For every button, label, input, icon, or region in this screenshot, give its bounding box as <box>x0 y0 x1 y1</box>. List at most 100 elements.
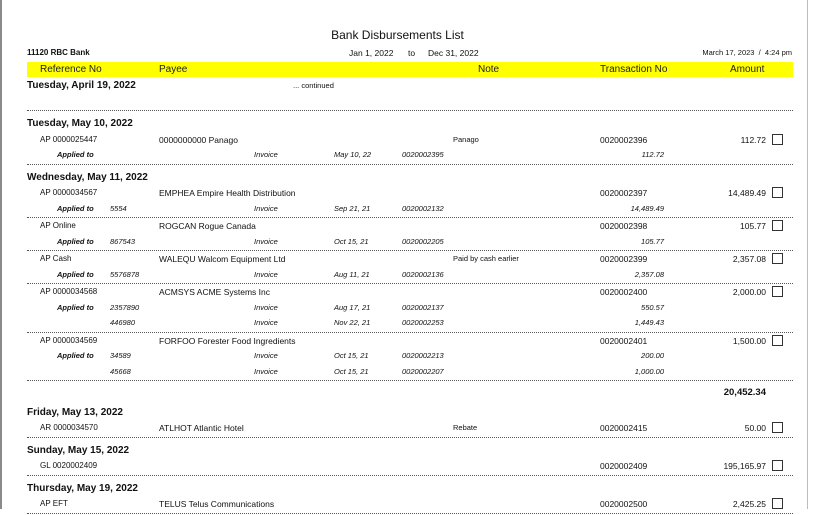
continued-day-row: Tuesday, April 19, 2022 ... continued <box>0 79 819 95</box>
day-header: Friday, May 13, 2022 <box>27 406 123 418</box>
continued-label: ... continued <box>293 81 334 90</box>
dotted-separator <box>27 380 793 382</box>
applied-row: Applied to 2357890 Invoice Aug 17, 21 002000… <box>0 301 819 317</box>
printed-timestamp: March 17, 2023 / 4:24 pm <box>702 48 792 57</box>
applied-ref: 867543 <box>110 236 136 246</box>
amount: 14,489.49 <box>728 188 766 198</box>
disbursement-row: AP Online ROGCAN Rogue Canada 0020002398 10… <box>0 219 819 235</box>
note: Rebate <box>453 423 478 432</box>
disbursement-row: AP EFT TELUS Telus Communications 00200025… <box>0 497 819 513</box>
payee: ROGCAN Rogue Canada <box>159 221 256 231</box>
transaction-no: 0020002400 <box>600 287 648 297</box>
dotted-separator <box>27 436 793 439</box>
applied-row: Applied to 5576878 Invoice Aug 11, 21 002000… <box>0 268 819 284</box>
reference-no: AP 0000034569 <box>40 335 98 345</box>
dotted-separator <box>27 163 793 166</box>
reconcile-checkbox[interactable] <box>772 133 783 145</box>
reconcile-checkbox[interactable] <box>772 422 783 433</box>
reference-no: AP 0000034567 <box>40 188 98 197</box>
applied-type: Invoice <box>254 236 278 246</box>
applied-ref: 45668 <box>110 366 131 376</box>
dotted-separator <box>27 474 793 477</box>
applied-to-label: Applied to <box>57 302 94 312</box>
reconcile-checkbox[interactable] <box>772 187 783 198</box>
reconcile-checkbox[interactable] <box>772 253 783 264</box>
applied-transaction: 0020002205 <box>402 236 444 246</box>
reconcile-checkbox[interactable] <box>772 460 783 471</box>
payee: FORFOO Forester Food Ingredients <box>159 335 296 346</box>
day-header: Tuesday, April 19, 2022 <box>27 80 136 91</box>
reference-no: AR 0000034570 <box>40 423 98 432</box>
reference-no: AP 0000034568 <box>40 287 98 296</box>
col-payee: Payee <box>159 64 188 75</box>
reconcile-checkbox[interactable] <box>772 220 783 231</box>
day-header-row: Sunday, May 15, 2022 <box>0 444 819 460</box>
applied-type: Invoice <box>254 351 278 360</box>
day-header: Sunday, May 15, 2022 <box>27 444 130 456</box>
applied-type: Invoice <box>254 150 278 159</box>
applied-date: Sep 21, 21 <box>334 203 371 213</box>
payee: ACMSYS ACME Systems Inc <box>159 287 270 297</box>
reconcile-checkbox[interactable] <box>772 286 783 297</box>
col-amount: Amount <box>730 64 765 75</box>
amount: 2,425.25 <box>732 499 766 509</box>
applied-transaction: 0020002207 <box>402 366 444 376</box>
payee: TELUS Telus Communications <box>159 499 275 509</box>
amount: 1,500.00 <box>732 335 766 346</box>
applied-date: Aug 11, 21 <box>334 269 370 279</box>
applied-transaction: 0020002137 <box>402 302 444 312</box>
blank-row <box>0 95 819 111</box>
applied-type: Invoice <box>254 366 278 376</box>
applied-row: Applied to 34589 Invoice Oct 15, 21 00200022… <box>0 349 819 365</box>
amount: 50.00 <box>744 423 766 433</box>
applied-row: 45668 Invoice Oct 15, 21 0020002207 1,000.00 <box>0 365 819 381</box>
bank-account: 11120 RBC Bank <box>27 48 90 57</box>
applied-amount: 1,000.00 <box>634 366 664 376</box>
to-label: to <box>408 48 416 58</box>
applied-to-label: Applied to <box>57 150 94 159</box>
applied-type: Invoice <box>254 318 278 327</box>
payee: WALEQU Walcom Equipment Ltd <box>159 254 286 264</box>
day-total-row: 20,452.34 <box>0 385 819 401</box>
day-total: 20,452.34 <box>723 387 766 398</box>
applied-transaction: 0020002136 <box>402 269 444 279</box>
disbursement-row: AP 0000034567 EMPHEA Empire Health Distri… <box>0 186 819 202</box>
transaction-no: 0020002401 <box>600 335 648 346</box>
report-title: Bank Disbursements List <box>331 28 464 42</box>
dotted-separator <box>27 110 793 112</box>
applied-to-label: Applied to <box>57 351 94 360</box>
applied-to-label: Applied to <box>57 203 94 213</box>
transaction-no: 0020002398 <box>600 221 648 231</box>
day-header-row: Wednesday, May 11, 2022 <box>0 171 819 187</box>
applied-date: Aug 17, 21 <box>334 302 371 312</box>
applied-row: Applied to 867543 Invoice Oct 15, 21 0020002… <box>0 235 819 251</box>
applied-date: Nov 22, 21 <box>334 318 371 327</box>
day-header: Tuesday, May 10, 2022 <box>27 118 133 129</box>
transaction-no: 0020002500 <box>600 499 648 509</box>
note: Panago <box>453 134 479 144</box>
reference-no: GL 0020002409 <box>40 461 98 470</box>
col-transaction-no: Transaction No <box>600 64 668 75</box>
note: Paid by cash earlier <box>453 254 519 263</box>
disbursement-row: AP 0000034569 FORFOO Forester Food Ingred… <box>0 334 819 350</box>
applied-amount: 1,449.43 <box>634 318 664 327</box>
applied-to-label: Applied to <box>57 236 94 246</box>
col-note: Note <box>478 64 500 75</box>
amount: 112.72 <box>740 134 766 145</box>
applied-amount: 14,489.49 <box>630 203 664 213</box>
reference-no: AP Online <box>40 221 76 230</box>
transaction-no: 0020002399 <box>600 254 648 264</box>
day-header: Wednesday, May 11, 2022 <box>27 171 148 183</box>
amount: 2,357.08 <box>732 254 766 264</box>
applied-transaction: 0020002395 <box>402 150 444 159</box>
applied-ref: 446980 <box>110 318 136 327</box>
transaction-no: 0020002415 <box>600 423 648 433</box>
reference-no: AP EFT <box>40 499 68 508</box>
applied-date: May 10, 22 <box>334 150 372 159</box>
applied-ref: 2357890 <box>110 302 140 312</box>
reconcile-checkbox[interactable] <box>772 334 783 346</box>
payee: 0000000000 Panago <box>159 134 238 145</box>
applied-transaction: 0020002132 <box>402 203 444 213</box>
reconcile-checkbox[interactable] <box>772 498 783 509</box>
dotted-separator <box>27 512 793 515</box>
